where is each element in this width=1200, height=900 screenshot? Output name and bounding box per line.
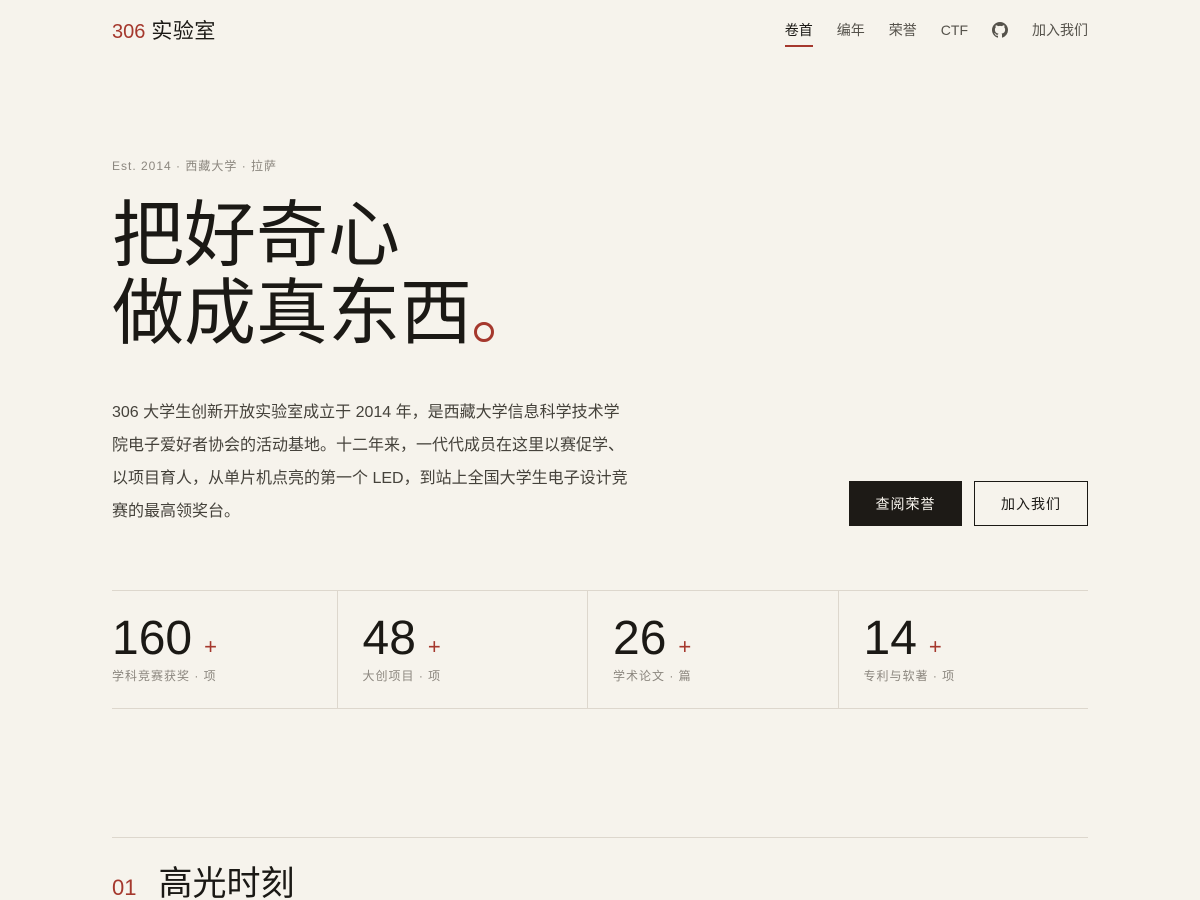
section-header: 01 高光时刻 xyxy=(112,860,294,900)
hero-title-line-1: 把好奇心 xyxy=(112,193,401,277)
nav-item-chronicle[interactable]: 编年 xyxy=(837,0,865,60)
stat-item: 160 + 学科竞赛获奖 · 项 xyxy=(112,591,338,708)
stat-item: 26 + 学术论文 · 篇 xyxy=(588,591,839,708)
stat-value: 14 xyxy=(863,612,917,665)
stat-plus: + xyxy=(427,634,441,659)
hero-title: 把好奇心 做成真东西 xyxy=(112,193,495,355)
hero-title-line-2: 做成真东西 xyxy=(112,271,473,355)
stat-value-row: 48 + xyxy=(363,611,588,667)
stat-value-row: 26 + xyxy=(613,611,838,667)
stat-item: 14 + 专利与软著 · 项 xyxy=(839,591,1089,708)
nav-item-honors[interactable]: 荣誉 xyxy=(889,0,917,60)
hero-description: 306 大学生创新开放实验室成立于 2014 年，是西藏大学信息科学技术学院电子… xyxy=(112,404,628,520)
stat-value-row: 14 + xyxy=(864,611,1089,667)
est-line: Est. 2014 · 西藏大学 · 拉萨 xyxy=(112,159,278,173)
stat-value: 26 xyxy=(613,612,667,665)
stat-label: 学科竞赛获奖 · 项 xyxy=(112,669,217,683)
hero-title-line-2-wrap: 做成真东西 xyxy=(112,271,495,355)
nav-item-join[interactable]: 加入我们 xyxy=(1032,0,1088,60)
stat-value: 160 xyxy=(112,612,193,665)
stat-item: 48 + 大创项目 · 项 xyxy=(338,591,588,708)
stat-label: 学术论文 · 篇 xyxy=(613,669,692,683)
circle-period-icon xyxy=(474,322,495,342)
nav-item-home[interactable]: 卷首 xyxy=(784,0,813,60)
stat-label: 大创项目 · 项 xyxy=(362,669,442,683)
stats-bar: 160 + 学科竞赛获奖 · 项 48 + 大创项目 · 项 26 + 学术论文… xyxy=(112,590,1088,709)
nav-item-ctf[interactable]: CTF xyxy=(941,0,968,60)
stat-plus: + xyxy=(678,634,692,659)
brand-name: 实验室 xyxy=(151,19,216,43)
brand-logo[interactable]: 306 实验室 xyxy=(112,15,216,45)
main-nav: 卷首 编年 荣誉 CTF 加入我们 xyxy=(784,0,1088,60)
stat-plus: + xyxy=(204,634,217,659)
github-link[interactable] xyxy=(992,0,1008,60)
section-divider xyxy=(112,837,1088,838)
stat-value-row: 160 + xyxy=(112,611,337,667)
stat-value: 48 xyxy=(362,612,416,665)
page: 306 实验室 卷首 编年 荣誉 CTF 加入我们 Est. 2014 · 西藏… xyxy=(0,0,1200,900)
github-icon xyxy=(992,22,1008,38)
view-honors-button[interactable]: 查阅荣誉 xyxy=(849,481,962,526)
section-title: 高光时刻 xyxy=(158,864,295,900)
stat-label: 专利与软著 · 项 xyxy=(863,669,956,683)
section-number: 01 xyxy=(112,875,137,900)
join-us-button[interactable]: 加入我们 xyxy=(974,481,1088,526)
stat-plus: + xyxy=(928,634,942,659)
brand-number: 306 xyxy=(112,21,146,43)
site-header: 306 实验室 卷首 编年 荣誉 CTF 加入我们 xyxy=(112,0,1088,60)
